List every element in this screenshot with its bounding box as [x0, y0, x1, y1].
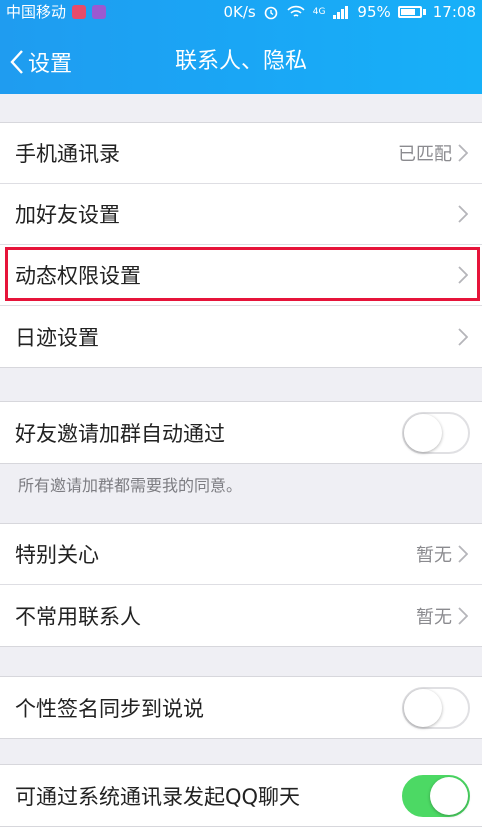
- clock: 17:08: [432, 3, 476, 21]
- toggle-knob: [430, 776, 468, 815]
- network-type: 4G: [312, 7, 326, 17]
- row-label: 特别关心: [15, 543, 99, 567]
- row-feed-permission-settings[interactable]: 动态权限设置: [0, 245, 482, 306]
- status-left: 中国移动: [6, 0, 107, 24]
- system-contacts-chat-group: 可通过系统通讯录发起QQ聊天: [0, 764, 482, 827]
- special-contacts-group: 特别关心 暂无 不常用联系人 暂无: [0, 523, 482, 647]
- row-auto-accept-group-invite: 好友邀请加群自动通过: [0, 402, 482, 463]
- page-title: 联系人、隐私: [174, 49, 307, 74]
- row-label: 日迹设置: [15, 325, 99, 350]
- row-value: 已匹配: [398, 144, 452, 165]
- system-contacts-chat-toggle[interactable]: [402, 774, 470, 817]
- battery-icon: [397, 6, 422, 18]
- row-right: [452, 306, 468, 367]
- row-label: 个性签名同步到说说: [15, 696, 204, 721]
- row-system-contacts-chat: 可通过系统通讯录发起QQ聊天: [0, 765, 482, 826]
- row-right: 暂无: [416, 524, 468, 584]
- notification-app-icon: [72, 5, 87, 19]
- group-invite-hint: 所有邀请加群都需要我的同意。: [18, 476, 243, 495]
- auto-accept-toggle[interactable]: [402, 411, 470, 454]
- battery-tip-icon: [422, 9, 426, 15]
- row-value: 暂无: [416, 545, 452, 566]
- contacts-group: 手机通讯录 已匹配 加好友设置 动态权限设置 日迹设置: [0, 122, 482, 368]
- chevron-right-icon: [458, 266, 468, 284]
- row-special-care[interactable]: 特别关心 暂无: [0, 524, 482, 585]
- chevron-right-icon: [458, 205, 468, 223]
- row-story-settings[interactable]: 日迹设置: [0, 306, 482, 367]
- signature-sync-toggle[interactable]: [402, 686, 470, 729]
- chevron-right-icon: [458, 144, 468, 162]
- notification-app-icon-2: [92, 5, 107, 19]
- row-label: 加好友设置: [15, 203, 120, 227]
- chevron-right-icon: [458, 327, 468, 346]
- row-value: 暂无: [416, 606, 452, 628]
- toggle-knob: [404, 413, 442, 452]
- row-label: 手机通讯录: [15, 142, 120, 166]
- row-label: 可通过系统通讯录发起QQ聊天: [15, 784, 301, 809]
- row-label: 不常用联系人: [15, 604, 141, 629]
- row-label: 动态权限设置: [15, 264, 141, 288]
- wifi-icon: [287, 5, 305, 17]
- row-phone-contacts[interactable]: 手机通讯录 已匹配: [0, 123, 482, 184]
- row-right: [452, 184, 468, 244]
- row-right: 暂无: [416, 585, 468, 646]
- chevron-right-icon: [458, 545, 468, 563]
- row-right: [452, 245, 468, 305]
- signal-icon: [333, 6, 349, 19]
- nav-bar: 设置 联系人、隐私: [0, 30, 482, 94]
- chevron-right-icon: [458, 606, 468, 625]
- toggle-knob: [404, 688, 442, 727]
- signature-sync-group: 个性签名同步到说说: [0, 676, 482, 739]
- battery-percent: 95%: [357, 3, 391, 21]
- carrier-label: 中国移动: [6, 3, 67, 21]
- row-add-friend-settings[interactable]: 加好友设置: [0, 184, 482, 245]
- row-signature-sync: 个性签名同步到说说: [0, 677, 482, 738]
- row-right: 已匹配: [398, 123, 468, 183]
- app-header: 中国移动 0K/s 4G 95% 17:08 设置 联系人、隐私: [0, 0, 482, 94]
- status-right: 0K/s 4G 95% 17:08: [223, 0, 476, 24]
- status-bar: 中国移动 0K/s 4G 95% 17:08: [0, 0, 482, 24]
- row-infrequent-contacts[interactable]: 不常用联系人 暂无: [0, 585, 482, 646]
- group-invite-group: 好友邀请加群自动通过: [0, 401, 482, 464]
- network-speed: 0K/s: [223, 3, 256, 21]
- row-label: 好友邀请加群自动通过: [15, 421, 225, 446]
- alarm-icon: [264, 6, 278, 20]
